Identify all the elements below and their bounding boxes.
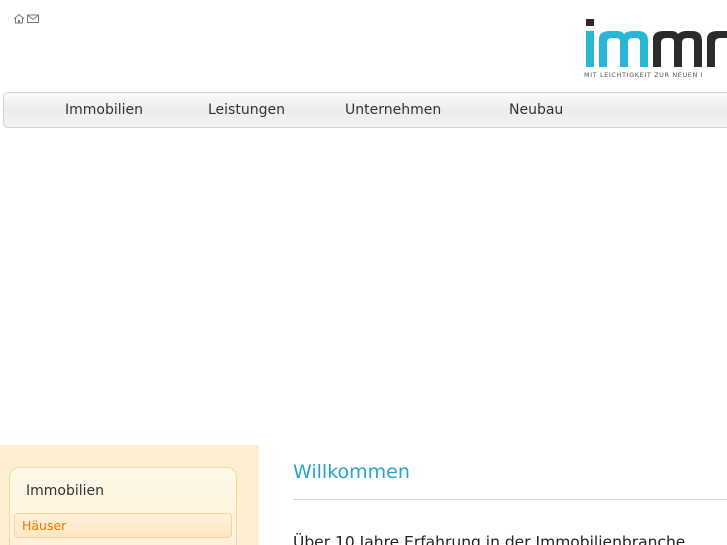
intro-heading: Über 10 Jahre Erfahrung in der Immobilie… (293, 533, 686, 545)
nav-item-leistungen[interactable]: Leistungen (208, 93, 285, 127)
sidebar-item-label: Häuser (22, 518, 67, 533)
nav-item-immobilien[interactable]: Immobilien (65, 93, 143, 127)
sidebar: Immobilien Häuser (0, 445, 259, 545)
main-navigation: Immobilien Leistungen Unternehmen Neubau (3, 92, 727, 128)
home-icon[interactable] (13, 13, 25, 24)
title-divider (293, 499, 727, 500)
page-title: Willkommen (293, 461, 410, 483)
nav-item-neubau[interactable]: Neubau (509, 93, 563, 127)
logo-tagline: MIT LEICHTIGKEIT ZUR NEUEN I (584, 71, 704, 79)
nav-item-unternehmen[interactable]: Unternehmen (345, 93, 441, 127)
company-logo[interactable]: MIT LEICHTIGKEIT ZUR NEUEN I (584, 17, 727, 83)
top-icon-links (13, 13, 39, 24)
mail-icon[interactable] (27, 13, 39, 24)
sidebar-item-haeuser[interactable]: Häuser (14, 513, 232, 538)
sidebar-menu-box: Immobilien Häuser (9, 467, 237, 545)
sidebar-title: Immobilien (26, 483, 105, 499)
logo-mark-icon (586, 19, 727, 67)
